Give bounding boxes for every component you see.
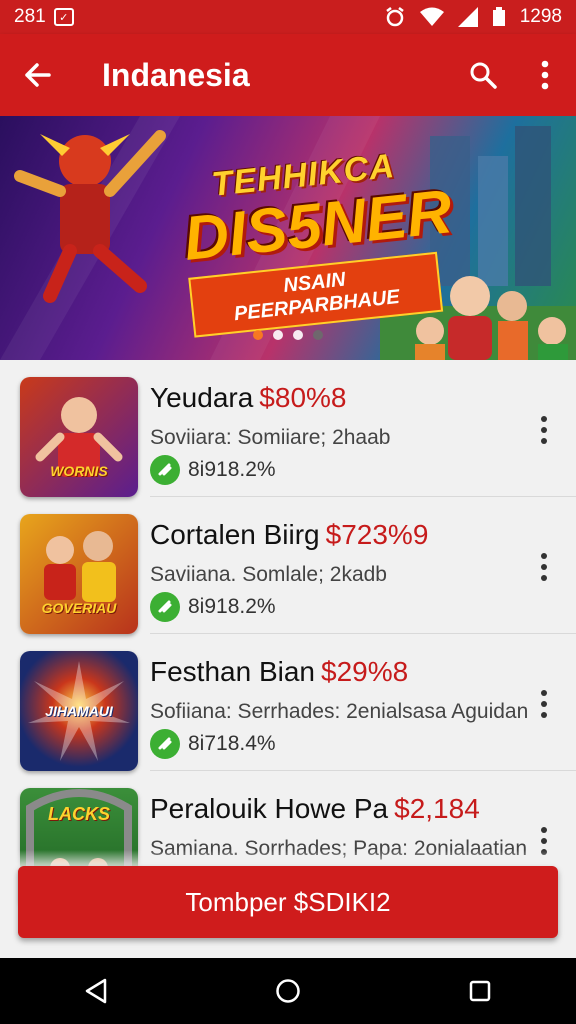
search-button[interactable] xyxy=(452,34,514,116)
nav-back-button[interactable] xyxy=(56,958,136,1024)
item-title: Yeudara $80%8 xyxy=(150,382,346,414)
banner-title: TEHHIKCA DIS5NER NSAIN PEERPARBHAUE xyxy=(177,143,455,338)
nav-home-button[interactable] xyxy=(248,958,328,1024)
battery-icon xyxy=(492,7,505,26)
item-price: $80%8 xyxy=(259,382,347,413)
thumbnail-title: GOVERIAU xyxy=(41,600,117,616)
promo-banner[interactable]: TEHHIKCA DIS5NER NSAIN PEERPARBHAUE xyxy=(0,116,576,360)
item-subtitle: Soviiara: Somiiare; 2haab xyxy=(150,426,391,449)
rating-badge-icon xyxy=(150,455,180,485)
carousel-indicator xyxy=(0,330,576,340)
status-bar: 281 ✓ 1298 xyxy=(0,0,576,34)
notification-icon: ✓ xyxy=(53,8,74,26)
item-price: $29%8 xyxy=(321,656,409,687)
app-bar: Indanesia xyxy=(0,34,576,116)
back-button[interactable] xyxy=(0,34,74,116)
signal-icon xyxy=(457,7,478,27)
item-subtitle: Saviiana. Somlale; 2kadb xyxy=(150,563,387,586)
wifi-icon xyxy=(419,7,444,26)
item-title: Cortalen Biirg $723%9 xyxy=(150,519,428,551)
list-item[interactable]: WORNIS Yeudara $80%8 Soviiara: Somiiare; … xyxy=(20,360,576,497)
item-name: Cortalen Biirg xyxy=(150,519,320,550)
list-item[interactable]: GOVERIAU Cortalen Biirg $723%9 Saviiana. … xyxy=(20,497,576,634)
item-more-button[interactable] xyxy=(530,410,558,450)
thumbnail-title: JIHAMAUI xyxy=(45,703,113,719)
more-vert-icon xyxy=(541,60,549,90)
nav-home-icon xyxy=(276,979,300,1003)
status-time-right: 1298 xyxy=(519,6,562,27)
game-list: WORNIS Yeudara $80%8 Soviiara: Somiiare; … xyxy=(0,360,576,908)
item-name: Yeudara xyxy=(150,382,254,413)
alarm-icon xyxy=(385,7,404,27)
thumbnail-art xyxy=(35,397,123,477)
item-title: Peralouik Howe Pa $2,184 xyxy=(150,793,480,825)
item-more-button[interactable] xyxy=(530,547,558,587)
item-rating: 8i918.2% xyxy=(150,455,276,485)
item-price: $2,184 xyxy=(394,793,480,824)
rating-value: 8i718.4% xyxy=(188,732,276,755)
primary-action-button[interactable]: Tombper $SDIKI2 xyxy=(18,866,558,938)
thumbnail-title: WORNIS xyxy=(50,463,108,479)
nav-recents-button[interactable] xyxy=(440,958,520,1024)
list-item[interactable]: JIHAMAUI Festhan Bian $29%8 Sofiiana: Ser… xyxy=(20,634,576,771)
status-time-left: 281 xyxy=(14,6,46,27)
carousel-dot[interactable] xyxy=(313,330,323,340)
item-thumbnail: WORNIS xyxy=(20,377,138,497)
item-rating: 8i718.4% xyxy=(150,729,276,759)
item-thumbnail: GOVERIAU xyxy=(20,514,138,634)
rating-value: 8i918.2% xyxy=(188,595,276,618)
page-title: Indanesia xyxy=(102,56,250,93)
nav-back-icon xyxy=(85,978,107,1004)
item-price: $723%9 xyxy=(325,519,429,550)
item-name: Festhan Bian xyxy=(150,656,315,687)
carousel-dot[interactable] xyxy=(253,330,263,340)
back-arrow-icon xyxy=(25,63,51,87)
carousel-dot[interactable] xyxy=(273,330,283,340)
item-thumbnail: JIHAMAUI xyxy=(20,651,138,771)
thumbnail-title: LACKS xyxy=(48,804,110,824)
system-nav-bar xyxy=(0,958,576,1024)
rating-badge-icon xyxy=(150,729,180,759)
carousel-dot[interactable] xyxy=(293,330,303,340)
item-subtitle: Sofiiana: Serrhades: 2enialsasa Aguidan xyxy=(150,700,529,723)
search-icon xyxy=(470,62,497,89)
overflow-menu-button[interactable] xyxy=(514,34,576,116)
item-more-button[interactable] xyxy=(530,684,558,724)
rating-value: 8i918.2% xyxy=(188,458,276,481)
item-rating: 8i918.2% xyxy=(150,592,276,622)
item-name: Peralouik Howe Pa xyxy=(150,793,389,824)
item-title: Festhan Bian $29%8 xyxy=(150,656,408,688)
rating-badge-icon xyxy=(150,592,180,622)
thumbnail-art xyxy=(44,531,116,602)
nav-recents-icon xyxy=(469,980,491,1002)
